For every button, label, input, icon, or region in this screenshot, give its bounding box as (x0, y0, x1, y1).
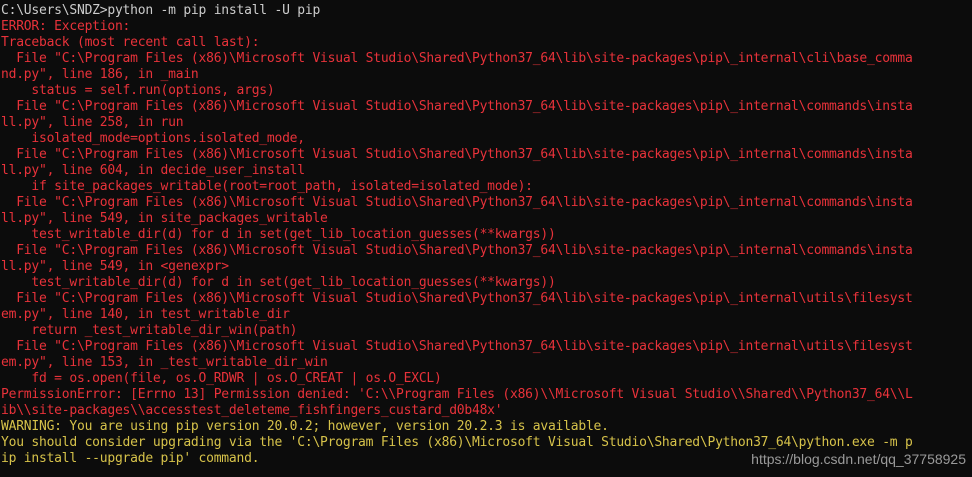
console-line: test_writable_dir(d) for d in set(get_li… (1, 227, 556, 242)
watermark: https://blog.csdn.net/qq_37758925 (749, 451, 968, 467)
console-line: isolated_mode=options.isolated_mode, (1, 131, 305, 146)
console-line: File "C:\Program Files (x86)\Microsoft V… (1, 291, 913, 306)
console-line: Traceback (most recent call last): (1, 35, 260, 50)
console-line: if site_packages_writable(root=root_path… (1, 179, 533, 194)
console-line: PermissionError: [Errno 13] Permission d… (1, 387, 913, 402)
console-line: File "C:\Program Files (x86)\Microsoft V… (1, 51, 913, 66)
console-line: File "C:\Program Files (x86)\Microsoft V… (1, 99, 913, 114)
console-line: File "C:\Program Files (x86)\Microsoft V… (1, 195, 913, 210)
console-line: WARNING: You are using pip version 20.0.… (1, 419, 609, 434)
console-window[interactable]: C:\Users\SNDZ>python -m pip install -U p… (0, 0, 972, 477)
console-line: ll.py", line 258, in run (1, 115, 184, 130)
console-line: status = self.run(options, args) (1, 83, 275, 98)
console-line: ll.py", line 549, in site_packages_writa… (1, 211, 328, 226)
console-line: File "C:\Program Files (x86)\Microsoft V… (1, 243, 913, 258)
console-line: ERROR: Exception: (1, 19, 131, 34)
console-line: return _test_writable_dir_win(path) (1, 323, 298, 338)
console-line: em.py", line 153, in _test_writable_dir_… (1, 355, 328, 370)
console-line: ib\\site-packages\\accesstest_deleteme_f… (1, 403, 503, 418)
console-output[interactable]: C:\Users\SNDZ>python -m pip install -U p… (0, 3, 972, 467)
console-line: File "C:\Program Files (x86)\Microsoft V… (1, 339, 913, 354)
console-line: ll.py", line 549, in <genexpr> (1, 259, 229, 274)
console-line: ll.py", line 604, in decide_user_install (1, 163, 305, 178)
console-line: fd = os.open(file, os.O_RDWR | os.O_CREA… (1, 371, 442, 386)
console-line: File "C:\Program Files (x86)\Microsoft V… (1, 147, 913, 162)
console-line: C:\Users\SNDZ>python -m pip install -U p… (1, 3, 321, 18)
console-line: test_writable_dir(d) for d in set(get_li… (1, 275, 556, 290)
console-line: em.py", line 140, in test_writable_dir (1, 307, 290, 322)
console-line: nd.py", line 186, in _main (1, 67, 199, 82)
console-line: You should consider upgrading via the 'C… (1, 435, 913, 450)
